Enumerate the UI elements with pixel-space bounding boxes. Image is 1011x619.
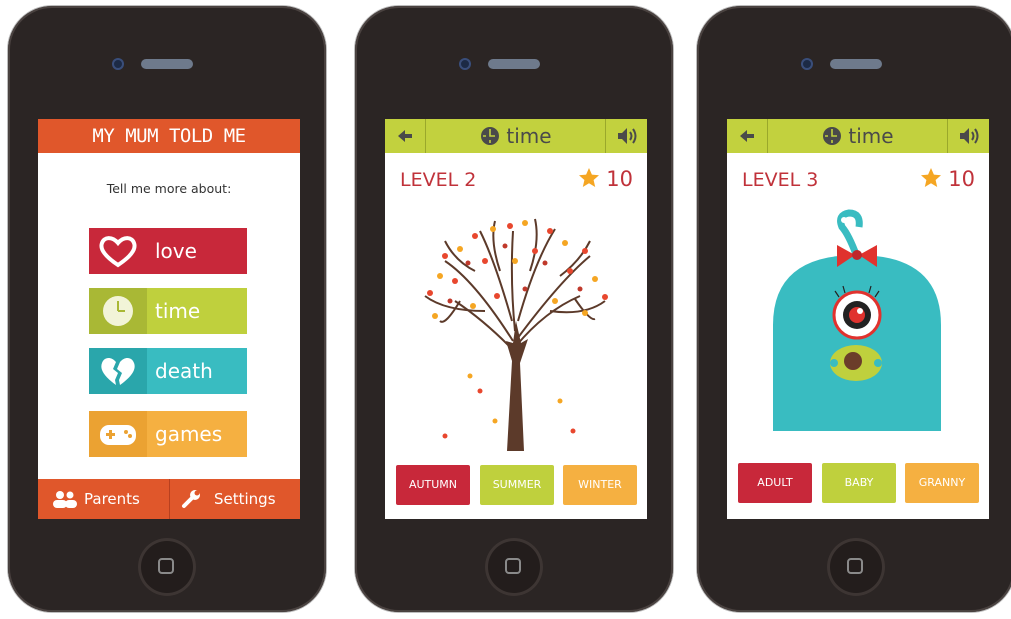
heart-icon [89,228,147,274]
parents-button[interactable]: Parents [38,479,169,519]
score: 10 [920,167,975,191]
home-button[interactable] [485,538,543,596]
app-title: MY MUM TOLD ME [38,119,300,153]
category-games-button[interactable]: games [89,411,247,457]
level-label: LEVEL 3 [742,169,819,191]
phone-2: time LEVEL 2 10 AUTUMN SUMMER WINTER [355,6,673,612]
category-label: games [155,422,223,446]
score-value: 10 [606,167,633,191]
clock-icon [89,288,147,334]
people-icon [53,491,77,508]
answer-summer-button[interactable]: SUMMER [480,465,554,505]
settings-button[interactable]: Settings [170,479,300,519]
back-button[interactable] [727,119,768,153]
answer-baby-button[interactable]: BABY [822,463,896,503]
speaker-icon [618,128,637,144]
back-button[interactable] [385,119,426,153]
camera [801,58,813,70]
star-icon [578,168,599,187]
category-label: death [155,359,213,383]
speaker [830,59,882,69]
back-arrow-icon [740,130,754,142]
parents-label: Parents [84,490,140,508]
gamepad-icon [89,411,147,457]
speaker [488,59,540,69]
prompt-text: Tell me more about: [106,181,232,196]
answer-adult-button[interactable]: ADULT [738,463,812,503]
star-icon [920,168,941,187]
phone-1: MY MUM TOLD ME Tell me more about: love … [8,6,326,612]
screen-home: MY MUM TOLD ME Tell me more about: love … [38,119,300,519]
baby-monster-image [773,209,941,431]
settings-label: Settings [214,490,276,508]
phone-3: time LEVEL 3 10 ADULT BABY GRANNY [697,6,1011,612]
camera [459,58,471,70]
home-button[interactable] [138,538,196,596]
broken-heart-icon [89,348,147,394]
wrench-icon [182,490,200,508]
clock-icon [481,127,500,145]
top-bar: time [385,119,647,153]
category-label: love [155,239,197,263]
camera [112,58,124,70]
sound-button[interactable] [947,119,989,153]
category-love-button[interactable]: love [89,228,247,274]
top-bar: time [727,119,989,153]
level-label: LEVEL 2 [400,169,477,191]
bottom-bar: Parents Settings [38,479,300,519]
back-arrow-icon [398,130,412,142]
clock-icon [823,127,842,145]
home-button[interactable] [827,538,885,596]
speaker [141,59,193,69]
score-value: 10 [948,167,975,191]
answer-autumn-button[interactable]: AUTUMN [396,465,470,505]
screen-level-2: time LEVEL 2 10 AUTUMN SUMMER WINTER [385,119,647,519]
category-time-button[interactable]: time [89,288,247,334]
answer-granny-button[interactable]: GRANNY [905,463,979,503]
answer-winter-button[interactable]: WINTER [563,465,637,505]
sound-button[interactable] [605,119,647,153]
screen-level-3: time LEVEL 3 10 ADULT BABY GRANNY [727,119,989,519]
score: 10 [578,167,633,191]
category-death-button[interactable]: death [89,348,247,394]
autumn-tree-image [424,218,608,451]
category-label: time [155,299,201,323]
speaker-icon [960,128,979,144]
